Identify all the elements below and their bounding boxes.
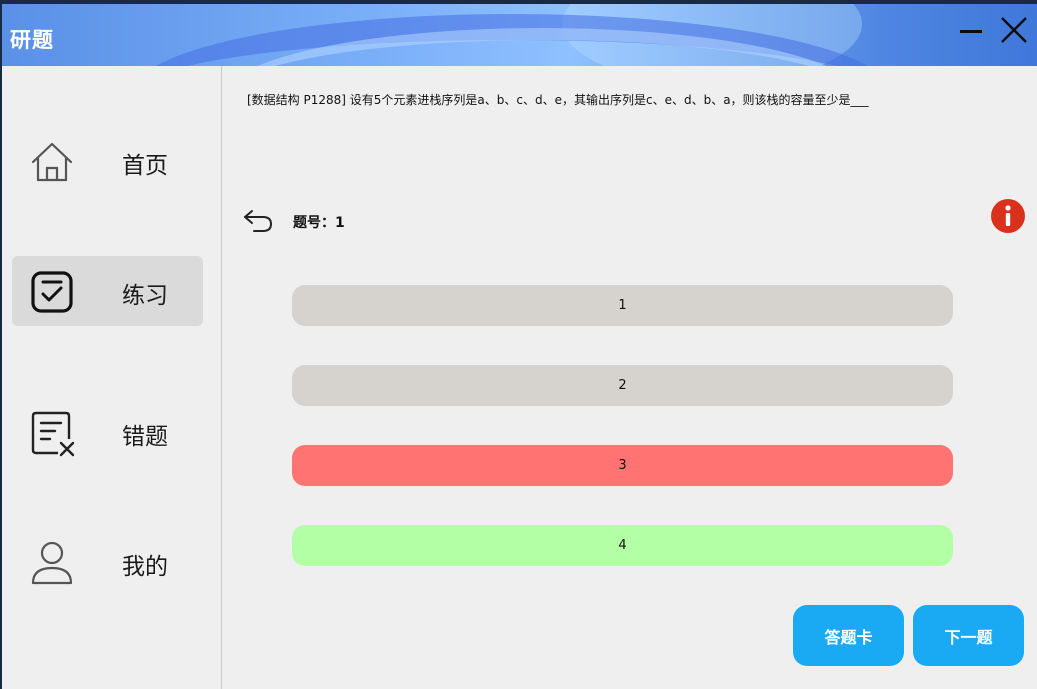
sidebar-item-home[interactable]: 首页 bbox=[12, 126, 203, 196]
answer-card-button[interactable]: 答题卡 bbox=[793, 605, 904, 666]
sidebar-item-wrong-questions[interactable]: 错题 bbox=[12, 397, 203, 467]
minimize-button[interactable] bbox=[956, 14, 992, 50]
back-button[interactable] bbox=[241, 205, 277, 237]
sidebar-item-practice[interactable]: 练习 bbox=[12, 256, 203, 326]
answer-option[interactable]: 1 bbox=[292, 285, 953, 326]
user-icon bbox=[31, 541, 73, 585]
back-arrow-icon bbox=[244, 210, 273, 232]
answer-option-label: 2 bbox=[618, 378, 627, 393]
close-button[interactable] bbox=[998, 14, 1034, 50]
home-icon bbox=[31, 142, 73, 182]
answer-option-label: 3 bbox=[618, 458, 627, 473]
question-number: 题号：1 bbox=[293, 215, 345, 231]
practice-panel: [数据结构 P1288] 设有5个元素进栈序列是a、b、c、d、e，其输出序列是… bbox=[223, 66, 1037, 689]
sidebar-item-label: 练习 bbox=[122, 283, 168, 309]
info-button[interactable] bbox=[990, 198, 1026, 234]
sidebar-item-label: 我的 bbox=[122, 554, 168, 580]
answer-option-wrong[interactable]: 3 bbox=[292, 445, 953, 486]
sidebar-item-profile[interactable]: 我的 bbox=[12, 527, 203, 597]
question-text: [数据结构 P1288] 设有5个元素进栈序列是a、b、c、d、e，其输出序列是… bbox=[247, 93, 869, 107]
close-icon bbox=[1001, 17, 1027, 43]
answer-option-label: 4 bbox=[618, 538, 627, 553]
answer-option[interactable]: 2 bbox=[292, 365, 953, 406]
info-icon bbox=[991, 199, 1025, 233]
practice-check-icon bbox=[31, 271, 73, 313]
sidebar-item-label: 首页 bbox=[122, 153, 168, 179]
answer-option-correct[interactable]: 4 bbox=[292, 525, 953, 566]
answer-option-label: 1 bbox=[618, 298, 627, 313]
title-bar: 研题 bbox=[2, 4, 1037, 66]
app-window: 研题 首页 练习 错题 我的 [数据结构 P1288] 设有5个元素进栈序列是a… bbox=[2, 4, 1037, 689]
sidebar-item-label: 错题 bbox=[122, 424, 168, 450]
next-question-button[interactable]: 下一题 bbox=[913, 605, 1024, 666]
wrong-questions-icon bbox=[31, 411, 75, 457]
sidebar: 首页 练习 错题 我的 bbox=[2, 66, 222, 689]
app-title: 研题 bbox=[10, 28, 54, 52]
